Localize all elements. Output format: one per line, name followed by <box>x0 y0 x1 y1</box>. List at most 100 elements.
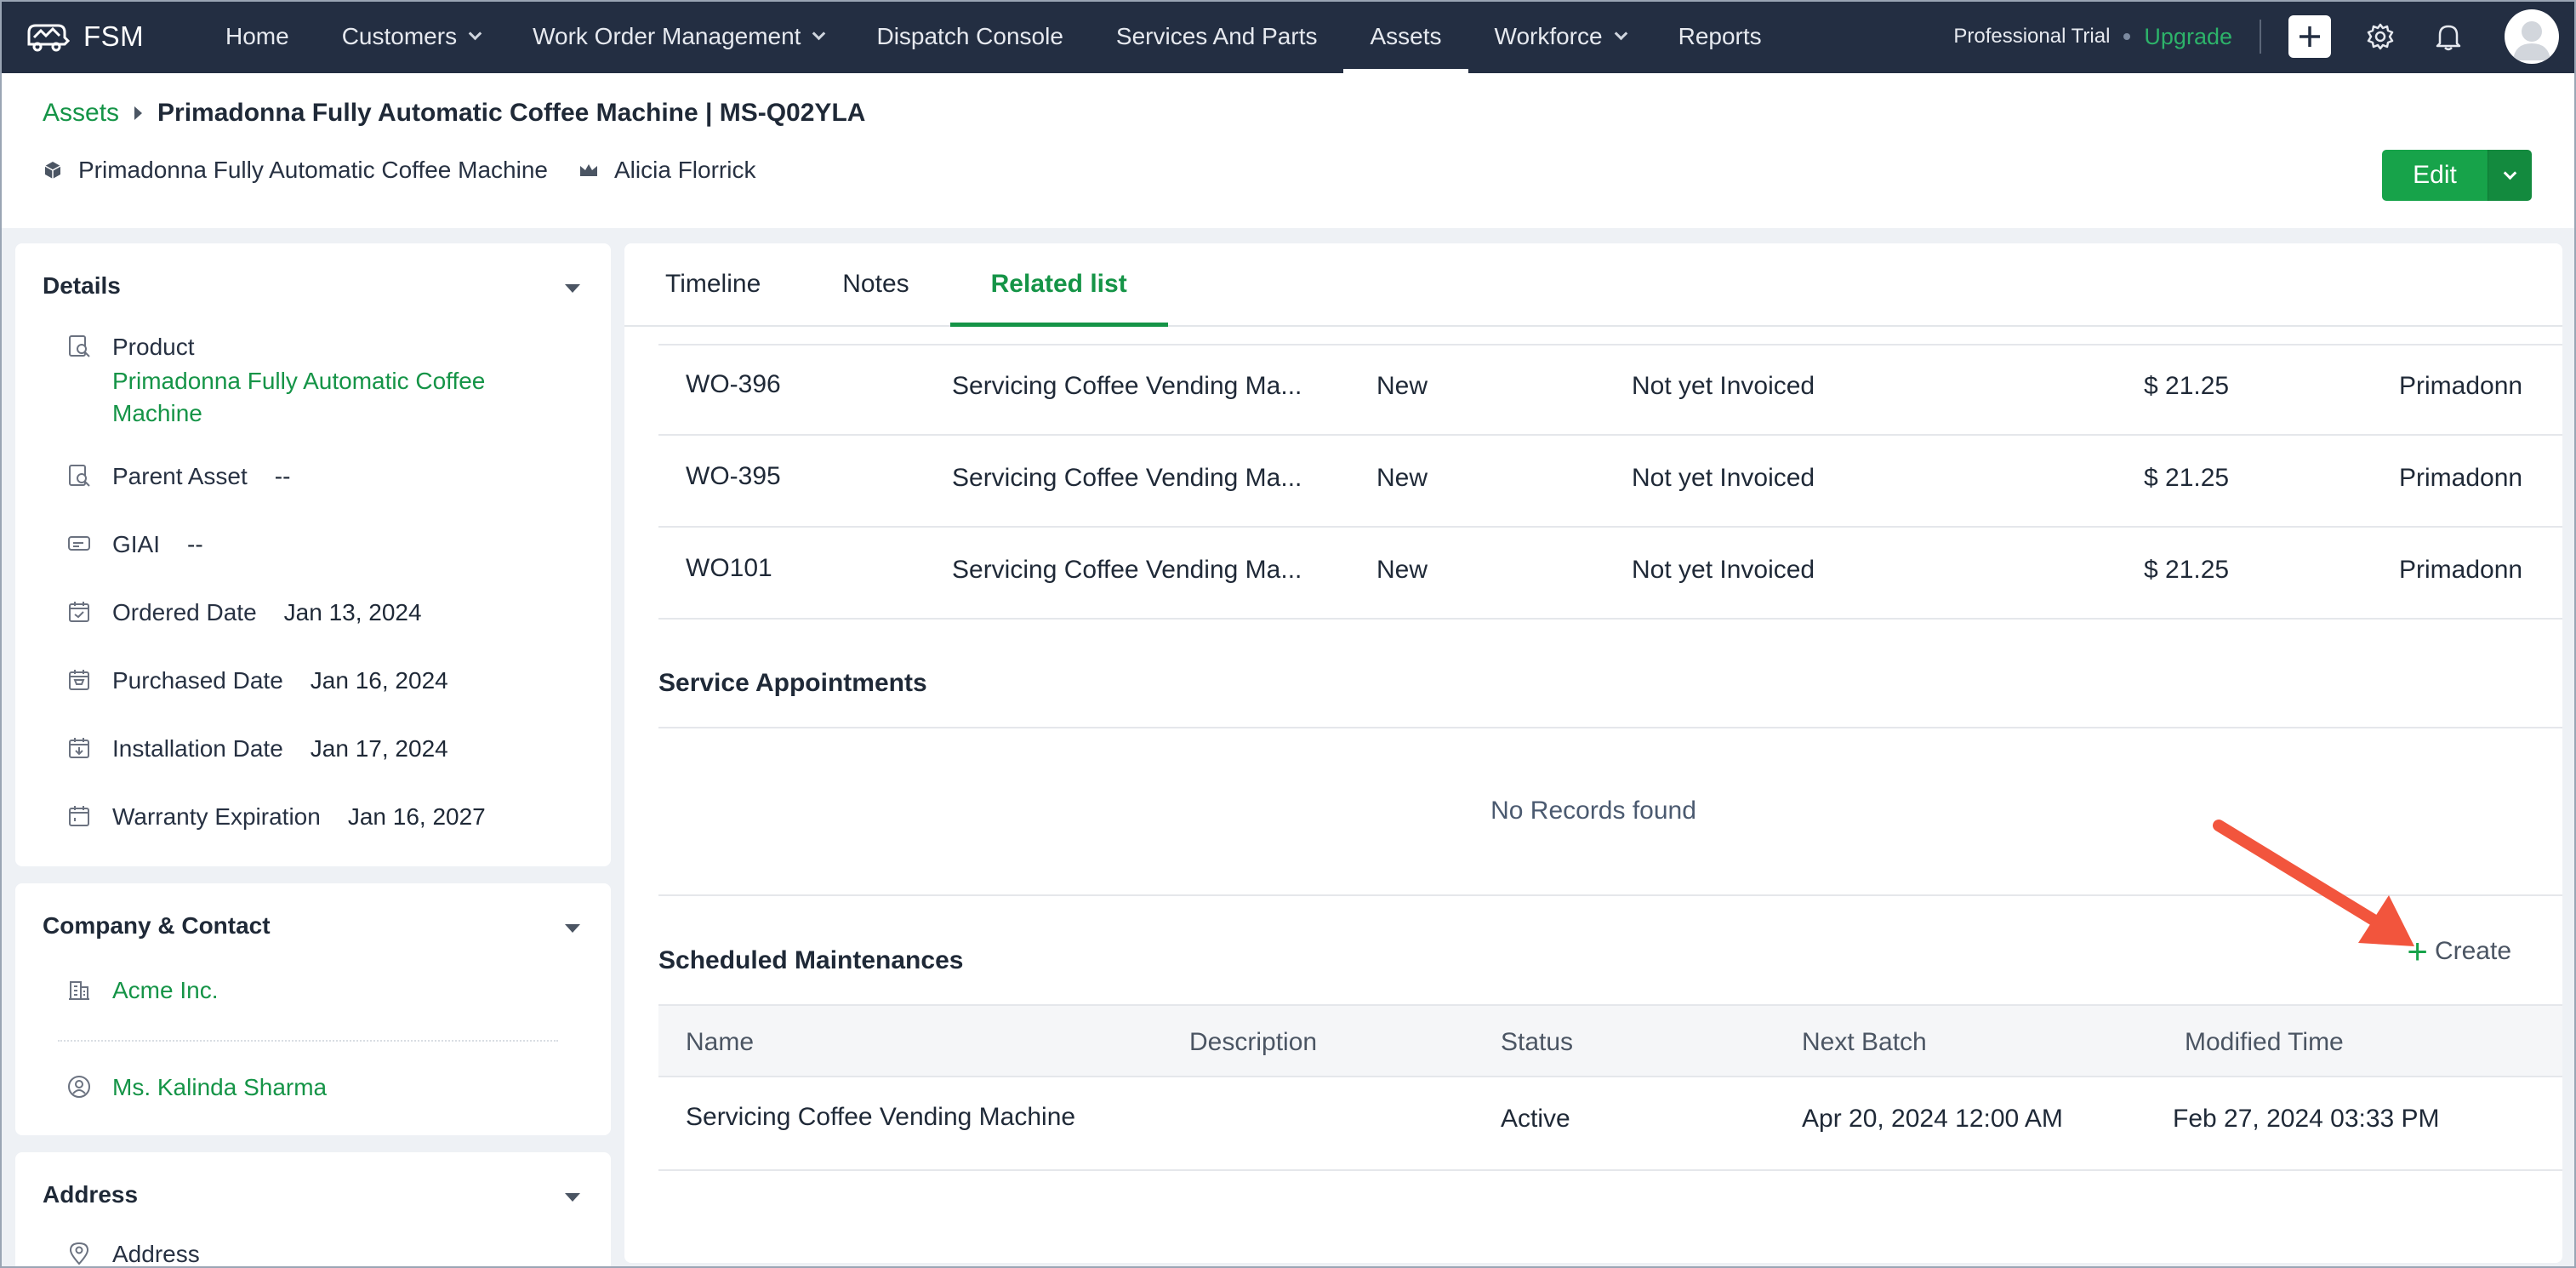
field-company: Acme Inc. <box>66 977 218 1004</box>
chevron-down-icon <box>468 26 482 40</box>
page-title: Primadonna Fully Automatic Coffee Machin… <box>157 99 866 127</box>
field-parent-asset: Parent Asset -- <box>66 463 290 490</box>
nav-item-work-order-management[interactable]: Work Order Management <box>506 0 850 73</box>
column-header-next-batch[interactable]: Next Batch <box>1802 1028 1927 1057</box>
column-header-modified-time[interactable]: Modified Time <box>2185 1028 2344 1057</box>
plus-icon: + <box>2407 931 2428 971</box>
address-title: Address <box>43 1181 139 1208</box>
product-cube-icon <box>44 162 61 179</box>
nav-item-customers[interactable]: Customers <box>316 0 506 73</box>
work-order-amount: $ 21.25 <box>2144 464 2230 492</box>
nav-item-dispatch-console[interactable]: Dispatch Console <box>850 0 1089 73</box>
brand[interactable]: FSM <box>26 19 187 54</box>
giai-tag-icon <box>68 536 90 551</box>
column-header-name[interactable]: Name <box>686 1028 754 1057</box>
maintenance-next-batch: Apr 20, 2024 12:00 AM <box>1802 1105 2063 1133</box>
nav-label: Workforce <box>1494 23 1603 49</box>
crown-icon <box>580 164 597 176</box>
row-divider <box>658 618 2562 620</box>
header-product-name: Primadonna Fully Automatic Coffee Machin… <box>78 157 548 183</box>
service-appointments-title: Service Appointments <box>658 669 927 697</box>
work-order-asset: Primadonn <box>2399 372 2523 400</box>
tab-timeline[interactable]: Timeline <box>624 243 801 325</box>
giai-value: -- <box>187 531 203 557</box>
breadcrumb-assets-link[interactable]: Assets <box>43 99 119 128</box>
parent-asset-label: Parent Asset <box>112 463 248 489</box>
company-contact-collapse-icon[interactable] <box>565 924 580 933</box>
header-owner-name[interactable]: Alicia Florrick <box>614 157 755 184</box>
product-link-line2[interactable]: Machine <box>112 400 485 427</box>
address-collapse-icon[interactable] <box>565 1193 580 1202</box>
tab-notes[interactable]: Notes <box>801 243 949 325</box>
nav-label: Assets <box>1370 23 1442 49</box>
work-order-id[interactable]: WO101 <box>686 554 772 583</box>
user-avatar[interactable] <box>2505 9 2559 64</box>
trial-label: Professional Trial <box>1953 25 2111 48</box>
installation-date-value: Jan 17, 2024 <box>310 735 448 762</box>
chevron-down-icon <box>1614 26 1627 40</box>
edit-button-group: Edit <box>2382 150 2532 201</box>
work-order-id[interactable]: WO-396 <box>686 370 781 399</box>
section-divider <box>658 894 2562 896</box>
product-link[interactable]: Primadonna Fully Automatic Coffee <box>112 368 485 395</box>
chevron-down-icon <box>2503 166 2517 180</box>
work-order-summary: Servicing Coffee Vending Ma... <box>952 556 1302 584</box>
work-order-amount: $ 21.25 <box>2144 556 2230 584</box>
nav-item-reports[interactable]: Reports <box>1652 0 1788 73</box>
work-order-id[interactable]: WO-395 <box>686 462 781 491</box>
column-header-description[interactable]: Description <box>1189 1028 1317 1057</box>
nav-divider <box>2260 20 2261 54</box>
nav-item-home[interactable]: Home <box>199 0 316 73</box>
create-maintenance-button[interactable]: + Create <box>2407 931 2511 971</box>
nav-item-assets[interactable]: Assets <box>1343 0 1468 73</box>
row-divider <box>658 1169 2562 1171</box>
contact-link[interactable]: Ms. Kalinda Sharma <box>112 1074 327 1101</box>
giai-label: GIAI <box>112 531 161 557</box>
related-list-panel: Timeline Notes Related list WO-396 Servi… <box>624 243 2562 1263</box>
create-label: Create <box>2434 937 2511 965</box>
settings-button[interactable] <box>2362 18 2399 55</box>
record-header: Assets Primadonna Fully Automatic Coffee… <box>0 73 2576 228</box>
address-card: Address Address <box>15 1152 611 1268</box>
nav-item-services-and-parts[interactable]: Services And Parts <box>1090 0 1344 73</box>
nav-label: Reports <box>1678 23 1762 49</box>
quick-create-button[interactable] <box>2288 15 2331 58</box>
calendar-check-icon <box>69 602 89 622</box>
user-icon <box>2513 21 2550 60</box>
details-collapse-icon[interactable] <box>565 284 580 293</box>
ordered-date-label: Ordered Date <box>112 599 257 625</box>
work-order-summary: Servicing Coffee Vending Ma... <box>952 372 1302 400</box>
calendar-download-icon <box>69 738 89 758</box>
work-order-status: New <box>1376 464 1428 492</box>
edit-dropdown-button[interactable] <box>2488 150 2532 201</box>
nav-item-workforce[interactable]: Workforce <box>1468 0 1652 73</box>
upgrade-link[interactable]: Upgrade <box>2144 24 2232 50</box>
bell-icon <box>2436 25 2461 51</box>
warranty-expiration-label: Warranty Expiration <box>112 803 321 830</box>
empty-state-text: No Records found <box>1490 797 1696 825</box>
maintenance-table-header: Name Description Status Next Batch Modif… <box>658 1004 2562 1077</box>
work-order-summary: Servicing Coffee Vending Ma... <box>952 464 1302 492</box>
edit-button[interactable]: Edit <box>2382 150 2488 201</box>
details-card: Details Product Primadonna Fully Automat… <box>15 243 611 866</box>
work-order-status: New <box>1376 556 1428 584</box>
top-navigation: FSM Home Customers Work Order Management… <box>0 0 2576 73</box>
notifications-button[interactable] <box>2430 18 2467 55</box>
maintenance-name[interactable]: Servicing Coffee Vending Machine <box>686 1103 1075 1132</box>
field-giai: GIAI -- <box>66 531 203 558</box>
column-header-status[interactable]: Status <box>1501 1028 1573 1057</box>
company-divider <box>58 1040 558 1042</box>
field-installation-date: Installation Date Jan 17, 2024 <box>66 735 448 763</box>
work-order-billing: Not yet Invoiced <box>1632 372 1815 400</box>
brand-name: FSM <box>83 20 145 52</box>
tab-related-list[interactable]: Related list <box>949 243 1168 327</box>
maintenance-modified-time: Feb 27, 2024 03:33 PM <box>2173 1105 2440 1133</box>
installation-date-label: Installation Date <box>112 735 283 762</box>
breadcrumb: Assets Primadonna Fully Automatic Coffee… <box>43 99 865 128</box>
nav-menu: Home Customers Work Order Management Dis… <box>199 0 1788 73</box>
calendar-icon <box>69 806 89 826</box>
work-order-amount: $ 21.25 <box>2144 372 2230 400</box>
company-link[interactable]: Acme Inc. <box>112 977 218 1004</box>
nav-label: Dispatch Console <box>876 23 1063 49</box>
field-address: Address <box>66 1241 200 1268</box>
